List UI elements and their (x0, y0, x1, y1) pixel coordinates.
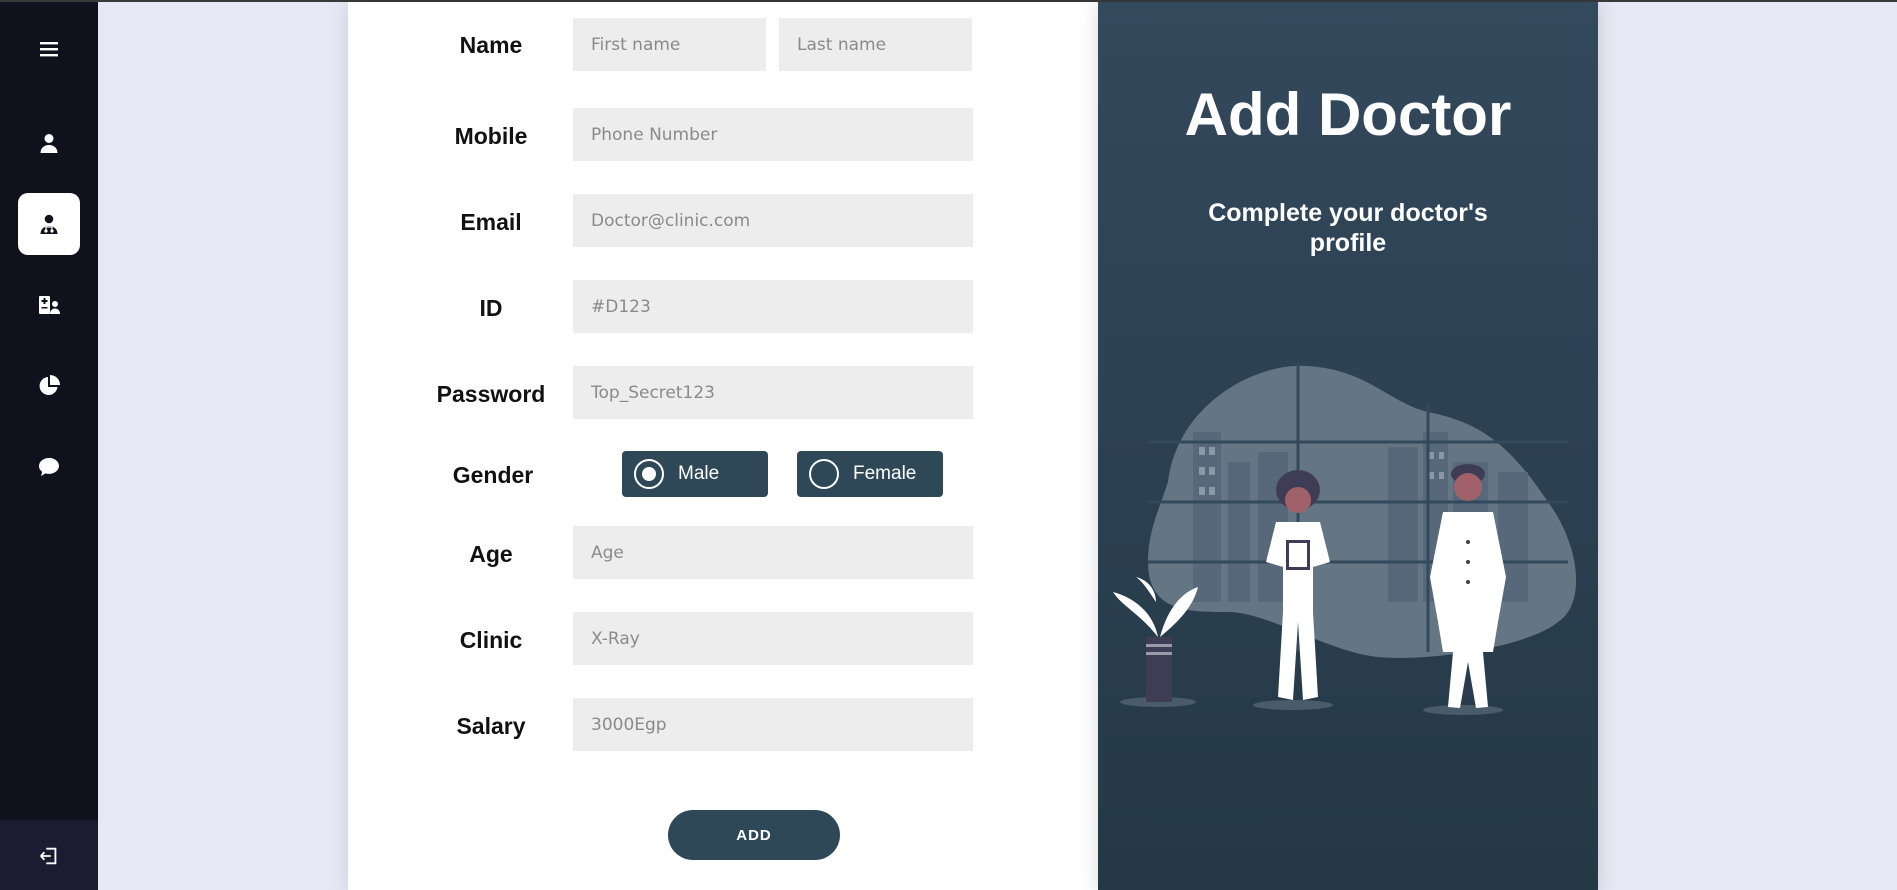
menu-button[interactable] (18, 18, 80, 80)
mobile-input[interactable] (573, 108, 973, 161)
salary-input[interactable] (573, 698, 973, 751)
mobile-label: Mobile (454, 123, 528, 149)
user-icon (40, 134, 58, 153)
id-label: ID (479, 295, 503, 321)
sidebar (0, 2, 98, 890)
gender-label: Gender (452, 462, 534, 488)
chat-icon (39, 457, 59, 476)
first-name-input[interactable] (573, 18, 766, 71)
age-label: Age (469, 541, 513, 567)
pie-chart-icon (39, 375, 60, 395)
doctor-form: Name Mobile Email ID Password Gender Mal… (348, 2, 1098, 890)
gender-female-option[interactable]: Female (797, 451, 943, 497)
gender-female-label: Female (853, 463, 917, 484)
password-input[interactable] (573, 366, 973, 419)
gender-male-label: Male (678, 463, 720, 484)
salary-label: Salary (456, 713, 526, 739)
last-name-input[interactable] (779, 18, 972, 71)
age-input[interactable] (573, 526, 973, 579)
add-button[interactable]: ADD (668, 810, 840, 860)
radio-checked-icon (634, 459, 664, 489)
name-label: Name (459, 32, 523, 58)
sidebar-item-patients[interactable] (18, 274, 80, 336)
sidebar-item-doctors[interactable] (18, 193, 80, 255)
email-input[interactable] (573, 194, 973, 247)
sidebar-item-messages[interactable] (18, 436, 80, 498)
clinic-label: Clinic (459, 627, 523, 653)
hero-panel: Add Doctor Complete your doctor's profil… (1098, 2, 1598, 890)
id-input[interactable] (573, 280, 973, 333)
email-label: Email (460, 209, 522, 235)
logout-icon (40, 847, 57, 865)
page-subtitle: Complete your doctor's profile (1208, 199, 1488, 257)
sidebar-item-reports[interactable] (18, 355, 80, 417)
doctor-icon (40, 214, 58, 234)
menu-icon (40, 42, 58, 57)
page-title: Add Doctor (1184, 81, 1512, 148)
gender-male-option[interactable]: Male (622, 451, 768, 497)
clinic-input[interactable] (573, 612, 973, 665)
logout-button[interactable] (0, 820, 98, 890)
patient-card-icon (39, 296, 60, 314)
password-label: Password (436, 381, 546, 407)
radio-unchecked-icon (809, 459, 839, 489)
doctors-illustration (1113, 362, 1577, 715)
sidebar-item-users[interactable] (18, 112, 80, 174)
